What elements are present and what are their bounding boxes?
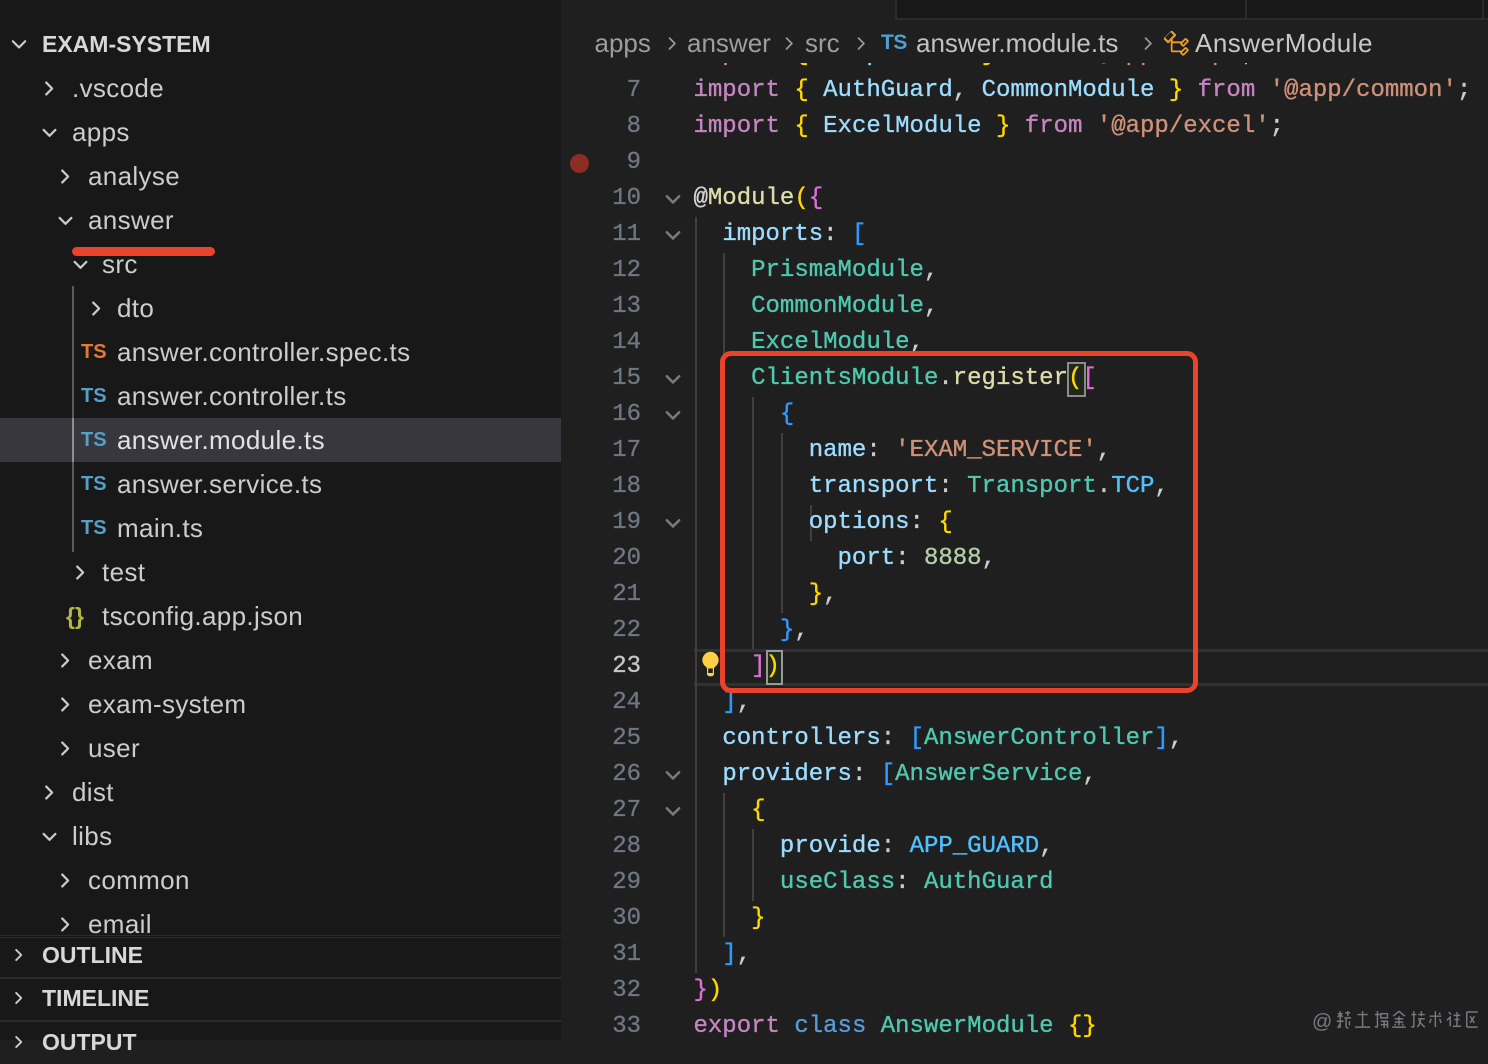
- svg-text:@: @: [1312, 1011, 1332, 1033]
